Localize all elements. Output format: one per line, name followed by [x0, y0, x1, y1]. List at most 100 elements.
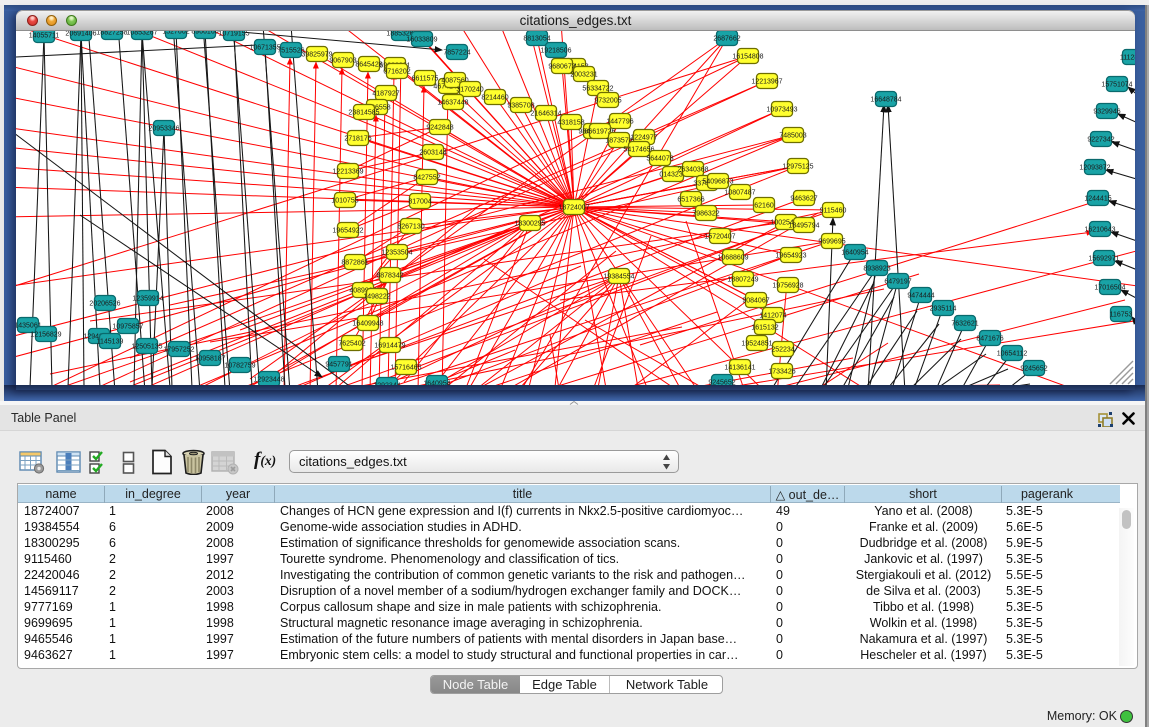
svg-text:17957252: 17957252: [163, 347, 194, 354]
svg-text:20691406: 20691406: [65, 31, 96, 38]
svg-text:252234: 252234: [771, 347, 794, 354]
svg-text:6479197: 6479197: [884, 279, 911, 286]
svg-text:16154808: 16154808: [732, 54, 763, 61]
svg-text:4187927: 4187927: [372, 91, 399, 98]
svg-text:10782759: 10782759: [224, 363, 255, 370]
svg-text:7857224: 7857224: [443, 50, 470, 57]
svg-text:2003231: 2003231: [570, 72, 597, 79]
svg-text:9463627: 9463627: [790, 196, 817, 203]
svg-text:17016504: 17016504: [1094, 285, 1125, 292]
svg-text:21646314: 21646314: [530, 111, 561, 118]
svg-text:2718176: 2718176: [344, 136, 371, 143]
svg-text:16648784: 16648784: [870, 97, 901, 104]
svg-text:15751074: 15751074: [1101, 82, 1132, 89]
svg-text:12923448: 12923448: [253, 377, 284, 384]
svg-text:6611575: 6611575: [412, 76, 439, 83]
svg-text:23814585: 23814585: [348, 110, 379, 117]
svg-text:19756928: 19756928: [772, 283, 803, 290]
svg-text:9732005: 9732005: [594, 98, 621, 105]
svg-text:18827258: 18827258: [96, 31, 127, 37]
svg-text:2935114: 2935114: [930, 306, 957, 313]
svg-text:8878342: 8878342: [376, 273, 403, 280]
svg-text:8471676: 8471676: [976, 336, 1003, 343]
svg-text:9329946: 9329946: [1093, 109, 1120, 116]
svg-text:1145139: 1145139: [97, 339, 124, 346]
svg-text:10853267: 10853267: [126, 31, 157, 37]
svg-text:10654112: 10654112: [997, 351, 1028, 358]
svg-text:19218506: 19218506: [540, 48, 571, 55]
svg-text:20206526: 20206526: [89, 301, 120, 308]
svg-text:8872861: 8872861: [341, 260, 368, 267]
svg-text:20953346: 20953346: [148, 126, 179, 133]
svg-text:1615132: 1615132: [751, 325, 778, 332]
svg-text:1527602: 1527602: [162, 31, 189, 36]
svg-text:8427552: 8427552: [413, 175, 440, 182]
svg-text:19384554: 19384554: [603, 274, 634, 281]
svg-text:7986322: 7986322: [692, 211, 719, 218]
svg-text:62160: 62160: [754, 203, 774, 210]
svg-text:19654922: 19654922: [332, 228, 363, 235]
svg-text:12213967: 12213967: [751, 79, 782, 86]
svg-text:1733426: 1733426: [768, 369, 795, 376]
svg-text:9115460: 9115460: [820, 208, 847, 215]
svg-text:12359914: 12359914: [132, 296, 163, 303]
svg-text:4318158: 4318158: [557, 120, 584, 127]
svg-text:1447796: 1447796: [606, 119, 633, 126]
svg-text:10688609: 10688609: [717, 255, 748, 262]
svg-text:8214460: 8214460: [481, 95, 508, 102]
svg-text:12213369: 12213369: [332, 169, 363, 176]
svg-text:8966160: 8966160: [191, 31, 218, 36]
svg-text:15720407: 15720407: [704, 234, 735, 241]
svg-text:12353504: 12353504: [381, 250, 412, 257]
svg-text:10975857: 10975857: [112, 324, 143, 331]
svg-text:116753: 116753: [1110, 312, 1133, 319]
svg-text:56334722: 56334722: [582, 86, 613, 93]
svg-text:54096873: 54096873: [702, 179, 733, 186]
svg-text:8938923: 8938923: [863, 266, 890, 273]
svg-text:18724007: 18724007: [558, 205, 589, 212]
svg-text:9457791: 9457791: [325, 362, 352, 369]
svg-text:6517366: 6517366: [677, 197, 704, 204]
svg-text:18495794: 18495794: [788, 223, 819, 230]
svg-text:9084067: 9084067: [742, 298, 769, 305]
svg-text:14637448: 14637448: [437, 100, 468, 107]
svg-text:12093872: 12093872: [1079, 165, 1110, 172]
svg-text:1292344: 1292344: [373, 383, 400, 386]
svg-text:15692971: 15692971: [1088, 256, 1119, 263]
svg-text:7485003: 7485003: [779, 133, 806, 140]
svg-text:8813054: 8813054: [523, 36, 550, 43]
svg-text:16409948: 16409948: [352, 321, 383, 328]
svg-text:1224977: 1224977: [630, 135, 657, 142]
svg-text:26340368: 26340368: [677, 167, 708, 174]
svg-text:19654923: 19654923: [775, 253, 806, 260]
svg-text:10973493: 10973493: [766, 107, 797, 114]
svg-text:9245652: 9245652: [1020, 366, 1047, 373]
svg-text:9680673: 9680673: [548, 64, 575, 71]
svg-text:1498222: 1498222: [363, 294, 390, 301]
svg-text:39825979: 39825979: [301, 52, 332, 59]
svg-text:16210643: 16210643: [1084, 227, 1115, 234]
svg-text:10807487: 10807487: [724, 190, 755, 197]
svg-text:9242848: 9242848: [426, 125, 453, 132]
svg-text:9067903: 9067903: [329, 58, 356, 65]
svg-text:2687662: 2687662: [713, 36, 740, 43]
svg-text:12505135: 12505135: [131, 344, 162, 351]
svg-text:7632621: 7632621: [951, 321, 978, 328]
svg-text:10719155: 10719155: [218, 31, 249, 38]
svg-text:9385708: 9385708: [507, 103, 534, 110]
svg-text:14136141: 14136141: [724, 365, 755, 372]
svg-text:18807249: 18807249: [727, 277, 758, 284]
svg-text:2603144: 2603144: [419, 150, 446, 157]
svg-text:9474444: 9474444: [907, 293, 934, 300]
svg-text:817004: 817004: [408, 199, 431, 206]
svg-text:19524851: 19524851: [741, 341, 772, 348]
svg-text:1412074: 1412074: [759, 313, 786, 320]
svg-text:1244415: 1244415: [1084, 196, 1111, 203]
svg-text:16033809: 16033809: [406, 37, 437, 44]
svg-text:8267130: 8267130: [397, 224, 424, 231]
svg-text:9699695: 9699695: [818, 239, 845, 246]
svg-text:18300295: 18300295: [514, 221, 545, 228]
svg-text:14055711: 14055711: [29, 33, 60, 40]
svg-text:9245652: 9245652: [708, 380, 735, 386]
svg-text:10671355: 10671355: [249, 45, 280, 52]
